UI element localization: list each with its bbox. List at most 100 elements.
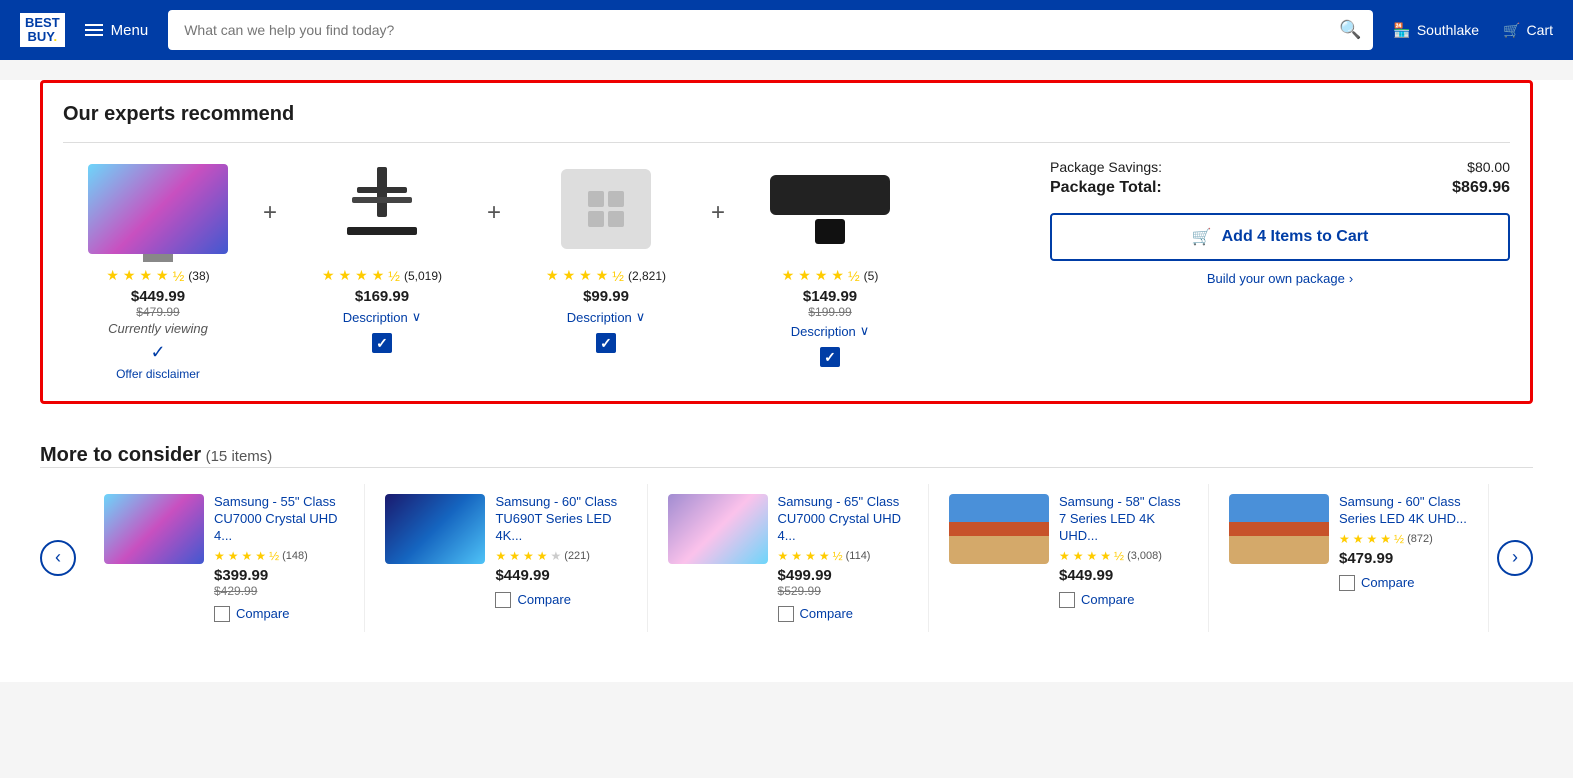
package-total-label: Package Total: <box>1050 179 1162 197</box>
currently-viewing-label: Currently viewing <box>108 321 208 336</box>
carousel-next-button[interactable]: › <box>1497 540 1533 576</box>
more-title: More to consider <box>40 444 201 466</box>
power-description-link[interactable]: Description ∨ <box>567 309 646 325</box>
power-stars: ★ ★ ★ ★ ½ (2,821) <box>546 267 666 284</box>
power-checkbox[interactable] <box>596 333 616 353</box>
soundbar-stars: ★ ★ ★ ★ ½ (5) <box>782 267 879 284</box>
header: BEST BUY. Menu 🔍 🏪 Southlake 🛒 Cart <box>0 0 1573 60</box>
chevron-down-icon: ∨ <box>412 309 422 325</box>
more-product-5-compare-checkbox[interactable] <box>1339 575 1355 591</box>
menu-button[interactable]: Menu <box>85 22 149 39</box>
more-product-3-price: $499.99 <box>778 567 908 584</box>
more-product-1-name[interactable]: Samsung - 55" Class CU7000 Crystal UHD 4… <box>214 494 344 545</box>
more-product-5-info: Samsung - 60" Class Series LED 4K UHD...… <box>1339 494 1468 591</box>
power-review-count[interactable]: (2,821) <box>628 269 666 283</box>
more-product-2-stars: ★ ★ ★ ★ ★ (221) <box>495 549 626 563</box>
more-product-4-stars: ★ ★ ★ ★ ½ (3,008) <box>1059 549 1188 563</box>
plus-1: + <box>253 199 287 227</box>
logo[interactable]: BEST BUY. <box>20 13 65 48</box>
more-product-3-compare-checkbox[interactable] <box>778 606 794 622</box>
carousel-prev-button[interactable]: ‹ <box>40 540 76 576</box>
more-count: (15 items) <box>206 448 273 465</box>
more-product-4-compare-checkbox[interactable] <box>1059 592 1075 608</box>
more-product-5-image <box>1229 494 1329 564</box>
more-product-2-compare-checkbox[interactable] <box>495 592 511 608</box>
menu-label: Menu <box>111 22 149 39</box>
store-selector[interactable]: 🏪 Southlake <box>1393 22 1479 39</box>
package-savings-value: $80.00 <box>1467 159 1510 175</box>
more-product-5-price: $479.99 <box>1339 550 1468 567</box>
package-savings-row: Package Savings: $80.00 <box>1050 159 1510 175</box>
package-total-row: Package Total: $869.96 <box>1050 179 1510 197</box>
soundbar-image-wrapper <box>750 159 910 259</box>
soundbar-review-count[interactable]: (5) <box>864 269 879 283</box>
logo-text: BEST BUY. <box>20 13 65 48</box>
more-product-3-name[interactable]: Samsung - 65" Class CU7000 Crystal UHD 4… <box>778 494 908 545</box>
more-product-4-compare-row: Compare <box>1059 592 1188 608</box>
mount-image-wrapper <box>302 159 462 259</box>
more-product-3-compare-row: Compare <box>778 606 908 622</box>
more-product-3-original: $529.99 <box>778 584 908 598</box>
more-product-1-image <box>104 494 204 564</box>
cart-label: Cart <box>1527 22 1553 38</box>
star-2: ★ <box>123 267 136 284</box>
chevron-down-icon: ∨ <box>860 323 870 339</box>
mount-review-count[interactable]: (5,019) <box>404 269 442 283</box>
more-product-1-info: Samsung - 55" Class CU7000 Crystal UHD 4… <box>214 494 344 622</box>
mount-description-link[interactable]: Description ∨ <box>343 309 422 325</box>
cart-icon: 🛒 <box>1503 22 1520 39</box>
chevron-down-icon: ∨ <box>636 309 646 325</box>
build-own-link[interactable]: Build your own package › <box>1050 271 1510 286</box>
star-3: ★ <box>139 267 152 284</box>
main-content: Our experts recommend ★ ★ ★ ★ ½ (38) $44… <box>0 80 1573 682</box>
tv-review-count[interactable]: (38) <box>188 269 209 283</box>
chevron-right-icon: › <box>1349 271 1353 286</box>
search-container: 🔍 <box>168 10 1373 50</box>
more-product-3-image <box>668 494 768 564</box>
more-product-5-stars: ★ ★ ★ ★ ½ (872) <box>1339 532 1468 546</box>
star-4: ★ <box>156 267 169 284</box>
plus-3: + <box>701 199 735 227</box>
more-title-row: More to consider (15 items) <box>40 444 1533 467</box>
more-product-2-compare-row: Compare <box>495 592 626 608</box>
logo-line1: BEST <box>25 16 60 30</box>
more-product-5-name[interactable]: Samsung - 60" Class Series LED 4K UHD... <box>1339 494 1468 528</box>
tv-original-price: $479.99 <box>136 305 179 319</box>
search-input[interactable] <box>168 10 1373 50</box>
experts-products-row: ★ ★ ★ ★ ½ (38) $449.99 $479.99 Currently… <box>63 159 1510 381</box>
more-product-3-info: Samsung - 65" Class CU7000 Crystal UHD 4… <box>778 494 908 622</box>
package-info: Package Savings: $80.00 Package Total: $… <box>1030 159 1510 286</box>
tv-image <box>88 164 228 254</box>
star-5: ½ <box>173 268 185 284</box>
more-product-3-stars: ★ ★ ★ ★ ½ (114) <box>778 549 908 563</box>
offer-disclaimer-link[interactable]: Offer disclaimer <box>116 367 200 381</box>
add-to-cart-label: Add 4 Items to Cart <box>1222 228 1369 246</box>
more-product-5-compare-label[interactable]: Compare <box>1361 575 1414 590</box>
header-actions: 🏪 Southlake 🛒 Cart <box>1393 22 1553 39</box>
power-image-wrapper <box>526 159 686 259</box>
add-to-cart-button[interactable]: 🛒 Add 4 Items to Cart <box>1050 213 1510 261</box>
more-product-4-info: Samsung - 58" Class 7 Series LED 4K UHD.… <box>1059 494 1188 608</box>
mount-checkbox[interactable] <box>372 333 392 353</box>
soundbar-description-link[interactable]: Description ∨ <box>791 323 870 339</box>
more-product-1-compare-checkbox[interactable] <box>214 606 230 622</box>
more-product-4-name[interactable]: Samsung - 58" Class 7 Series LED 4K UHD.… <box>1059 494 1188 545</box>
package-product-power: ★ ★ ★ ★ ½ (2,821) $99.99 Description ∨ <box>511 159 701 353</box>
more-products-list: Samsung - 55" Class CU7000 Crystal UHD 4… <box>84 484 1489 632</box>
soundbar-checkbox[interactable] <box>820 347 840 367</box>
more-product-2-compare-label[interactable]: Compare <box>517 592 570 607</box>
tv-price: $449.99 <box>131 288 185 305</box>
more-product-4-compare-label[interactable]: Compare <box>1081 592 1134 607</box>
more-product-1: Samsung - 55" Class CU7000 Crystal UHD 4… <box>84 484 365 632</box>
experts-divider <box>63 142 1510 143</box>
cart-button[interactable]: 🛒 Cart <box>1503 22 1553 39</box>
more-product-3-compare-label[interactable]: Compare <box>800 606 853 621</box>
more-product-5: Samsung - 60" Class Series LED 4K UHD...… <box>1209 484 1489 632</box>
more-product-4-image <box>949 494 1049 564</box>
more-product-2-name[interactable]: Samsung - 60" Class TU690T Series LED 4K… <box>495 494 626 545</box>
more-product-1-compare-label[interactable]: Compare <box>236 606 289 621</box>
more-product-2-count: (221) <box>564 550 590 562</box>
more-divider <box>40 467 1533 468</box>
more-product-3-count: (114) <box>846 550 871 562</box>
tv-checkmark: ✓ <box>150 342 165 362</box>
